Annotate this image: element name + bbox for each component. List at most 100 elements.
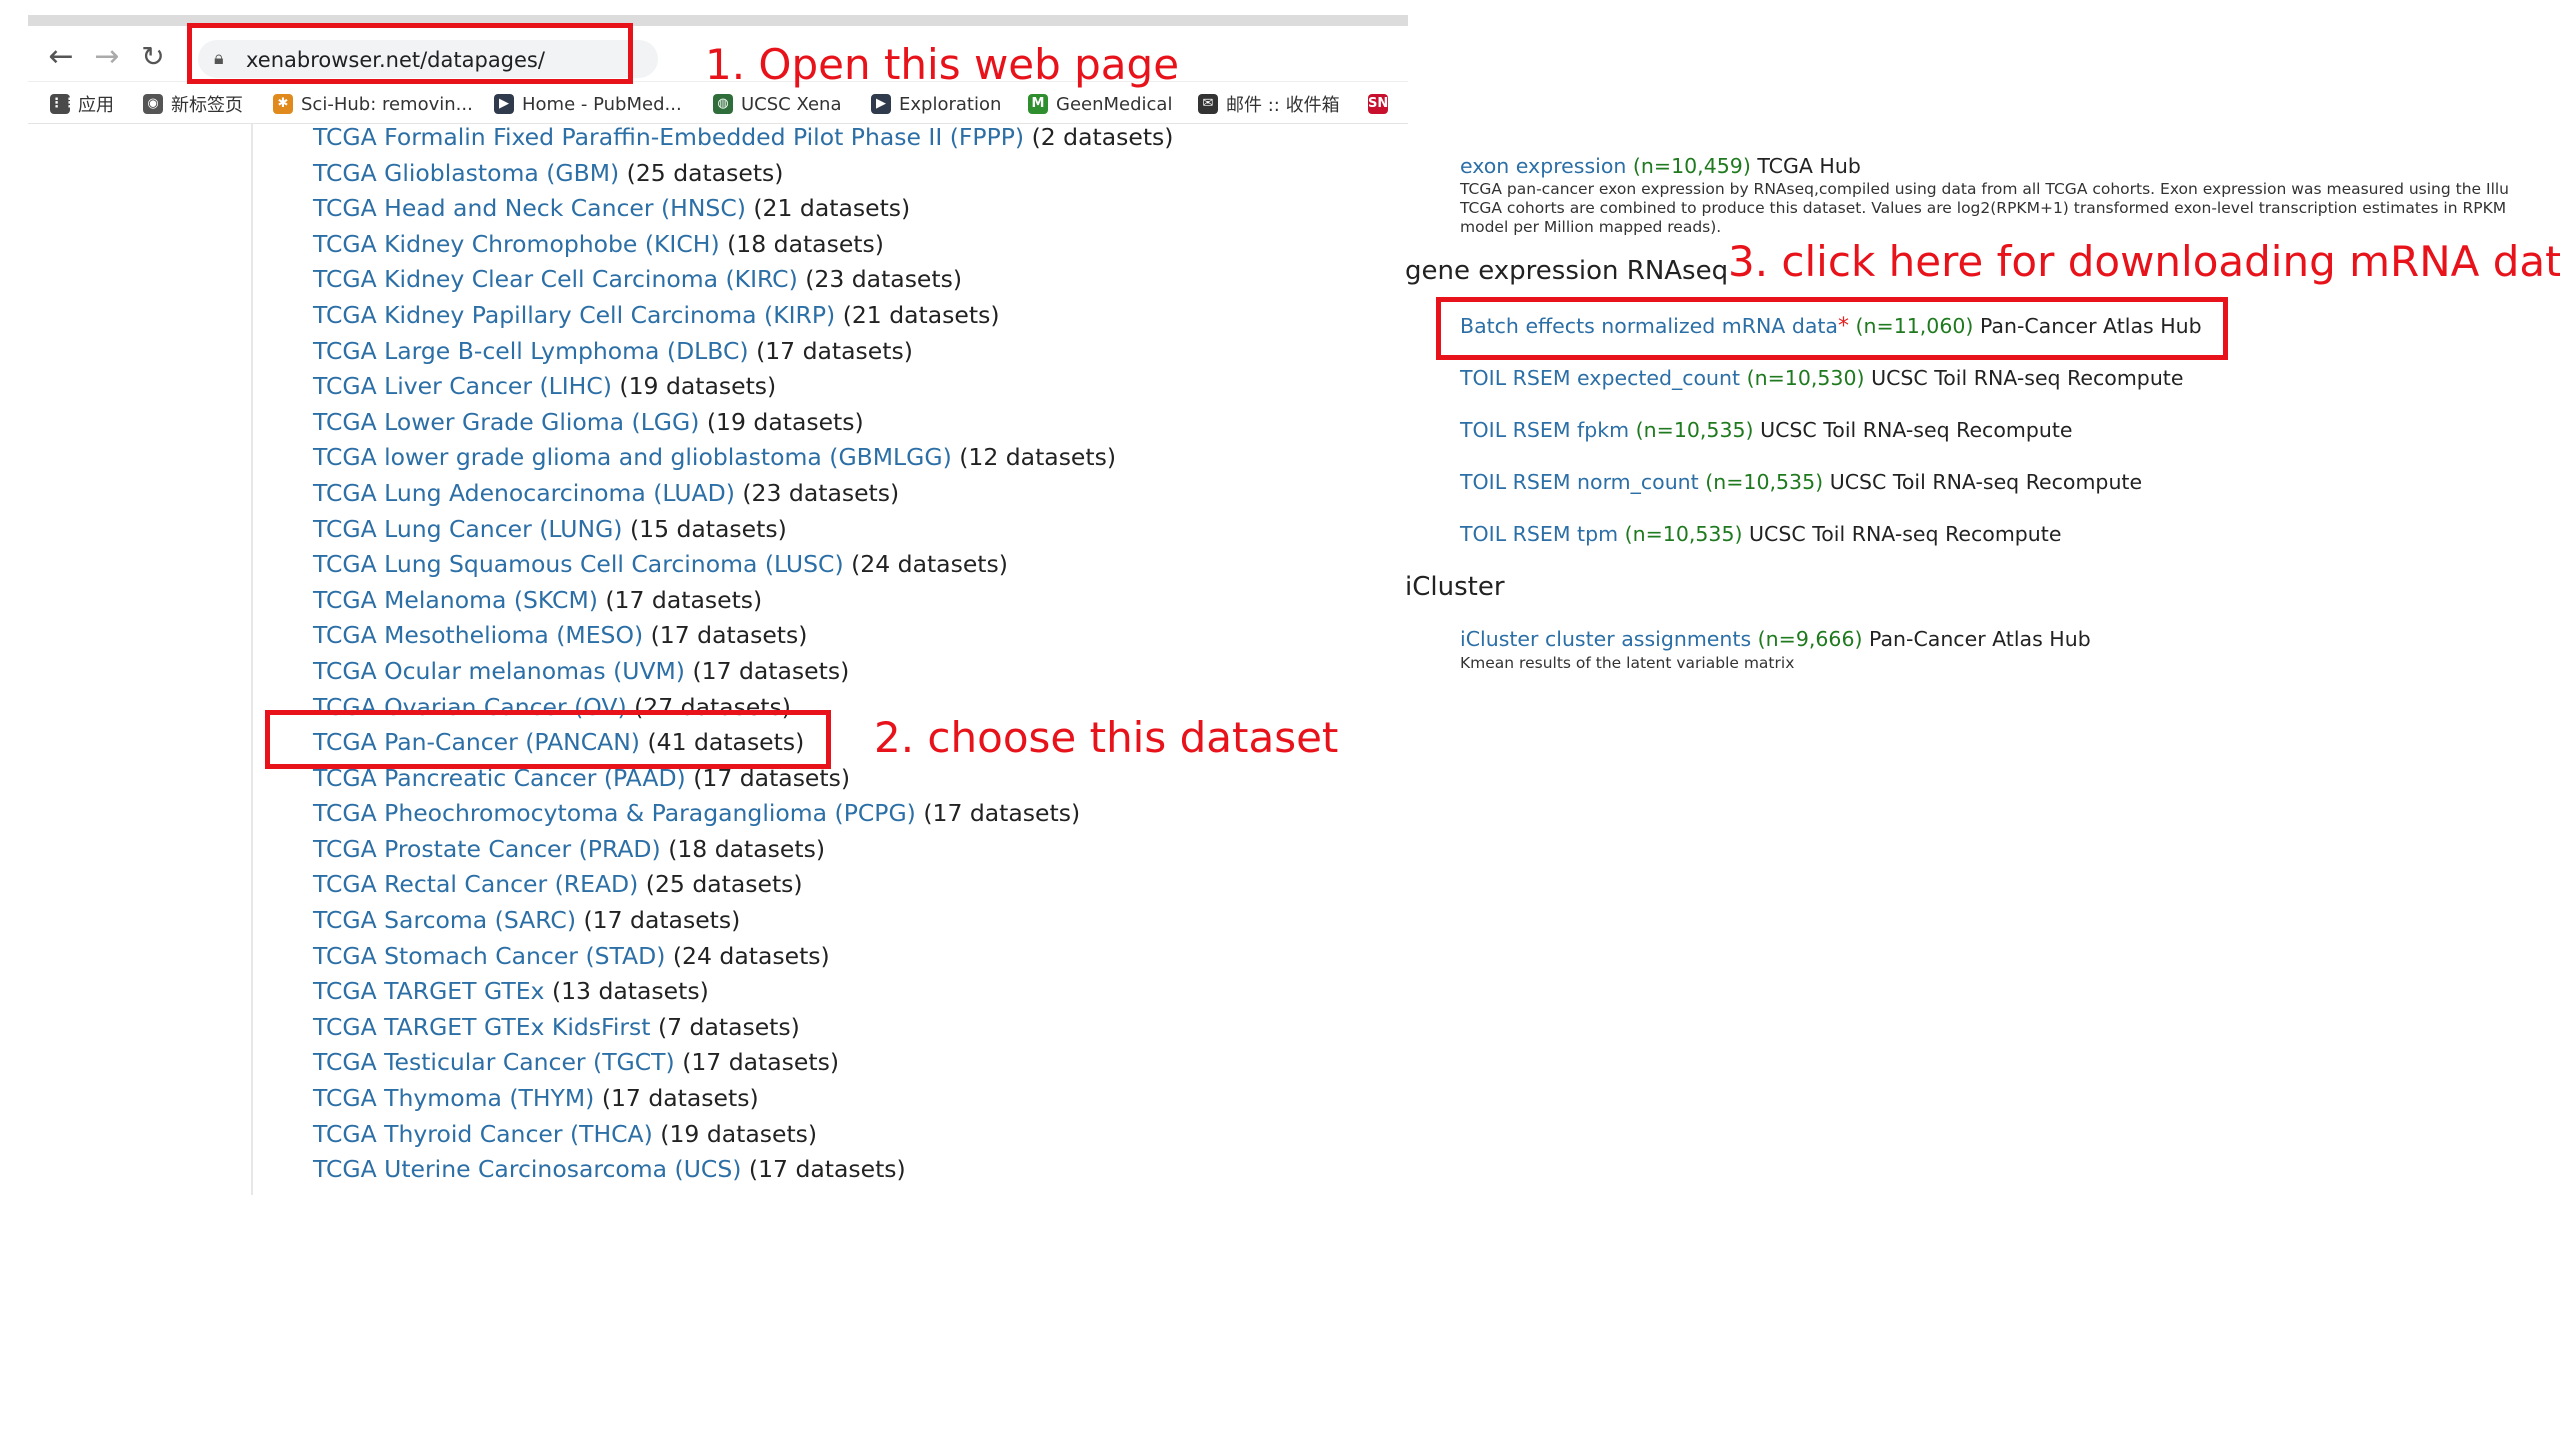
annotation-box-mrna: [1436, 297, 2228, 360]
back-arrow-icon[interactable]: ←: [44, 40, 78, 74]
annotation-step1: 1. Open this web page: [705, 40, 1180, 89]
study-list-item: TCGA Rectal Cancer (READ) (25 datasets): [313, 867, 1173, 903]
bookmarks-bar: ⋮⋮ 应用 ◉ 新标签页 ✱ Sci-Hub: removin... ▶ Home - Pub…: [28, 83, 1408, 124]
bookmark-item[interactable]: ✱ Sci-Hub: removin...: [273, 91, 473, 117]
study-list-item: TCGA Melanoma (SKCM) (17 datasets): [313, 583, 1173, 619]
dataset-count: (23 datasets): [742, 478, 900, 507]
annotation-step2: 2. choose this dataset: [874, 713, 1339, 762]
study-list: TCGA Formalin Fixed Paraffin-Embedded Pi…: [313, 123, 1173, 1188]
study-link[interactable]: TCGA Formalin Fixed Paraffin-Embedded Pi…: [313, 123, 1024, 151]
dataset-link[interactable]: exon expression: [1460, 154, 1626, 178]
study-link[interactable]: TCGA Ocular melanomas (UVM): [313, 657, 685, 685]
dataset-link[interactable]: TOIL RSEM expected_count: [1460, 366, 1740, 390]
sn-icon: SN: [1368, 94, 1388, 114]
dataset-row: TOIL RSEM norm_count (n=10,535) UCSC Toi…: [1460, 470, 2142, 495]
study-link[interactable]: TCGA Sarcoma (SARC): [313, 906, 576, 934]
dataset-link[interactable]: iCluster cluster assignments: [1460, 627, 1751, 651]
bookmark-item[interactable]: ◉ 新标签页: [143, 91, 243, 117]
study-list-item: TCGA Ocular melanomas (UVM) (17 datasets…: [313, 654, 1173, 690]
study-list-item: TCGA Thyroid Cancer (THCA) (19 datasets): [313, 1117, 1173, 1153]
dataset-row: TOIL RSEM fpkm (n=10,535) UCSC Toil RNA-…: [1460, 418, 2073, 443]
bookmark-item[interactable]: ⋮⋮ 应用: [50, 91, 114, 117]
dataset-count: (19 datasets): [619, 372, 777, 401]
study-link[interactable]: TCGA Kidney Clear Cell Carcinoma (KIRC): [313, 265, 798, 293]
study-link[interactable]: TCGA Thyroid Cancer (THCA): [313, 1120, 653, 1148]
study-list-item: TCGA TARGET GTEx KidsFirst (7 datasets): [313, 1010, 1173, 1046]
study-link[interactable]: TCGA lower grade glioma and glioblastoma…: [313, 443, 952, 471]
sample-count: (n=10,535): [1635, 418, 1754, 442]
study-link[interactable]: TCGA TARGET GTEx KidsFirst: [313, 1013, 650, 1041]
sample-count: (n=10,535): [1624, 522, 1743, 546]
dataset-row-icluster: iCluster cluster assignments (n=9,666) P…: [1460, 627, 2091, 651]
exploration-icon: ▶: [871, 94, 891, 114]
globe-icon: ◉: [143, 94, 163, 114]
study-link[interactable]: TCGA Head and Neck Cancer (HNSC): [313, 194, 746, 222]
bookmark-item[interactable]: ▶ Exploration: [871, 91, 1001, 117]
dataset-count: (17 datasets): [601, 1084, 759, 1113]
apps-grid-icon: ⋮⋮: [50, 94, 76, 114]
study-link[interactable]: TCGA Rectal Cancer (READ): [313, 870, 638, 898]
bookmark-item[interactable]: SN: [1368, 91, 1396, 117]
bookmark-item[interactable]: M GeenMedical: [1028, 91, 1172, 117]
pubmed-icon: ▶: [494, 94, 514, 114]
dataset-link[interactable]: TOIL RSEM norm_count: [1460, 470, 1699, 494]
bookmark-item[interactable]: ▶ Home - PubMed...: [494, 91, 682, 117]
study-link[interactable]: TCGA Stomach Cancer (STAD): [313, 942, 665, 970]
study-list-item: TCGA lower grade glioma and glioblastoma…: [313, 440, 1173, 476]
study-list-item: TCGA Kidney Papillary Cell Carcinoma (KI…: [313, 298, 1173, 334]
study-list-item: TCGA Stomach Cancer (STAD) (24 datasets): [313, 939, 1173, 975]
hub-name: UCSC Toil RNA-seq Recompute: [1871, 366, 2184, 390]
sidebar-divider: [251, 124, 253, 1195]
study-link[interactable]: TCGA Kidney Chromophobe (KICH): [313, 230, 720, 258]
study-link[interactable]: TCGA Glioblastoma (GBM): [313, 159, 619, 187]
dataset-link[interactable]: TOIL RSEM fpkm: [1460, 418, 1629, 442]
forward-arrow-icon[interactable]: →: [90, 40, 124, 74]
dataset-count: (24 datasets): [851, 550, 1008, 579]
browser-window: ← → ↻ 🔒︎ xenabrowser.net/datapages/ ⋮⋮ 应用…: [28, 15, 1408, 1195]
dataset-description: Kmean results of the latent variable mat…: [1460, 654, 1795, 672]
study-list-item: TCGA Lung Adenocarcinoma (LUAD) (23 data…: [313, 476, 1173, 512]
dataset-count: (17 datasets): [756, 336, 913, 365]
dataset-count: (7 datasets): [657, 1012, 800, 1041]
study-link[interactable]: TCGA Liver Cancer (LIHC): [313, 372, 612, 400]
section-heading-rnaseq: gene expression RNAseq: [1405, 256, 1729, 286]
study-link[interactable]: TCGA Uterine Carcinosarcoma (UCS): [313, 1155, 741, 1183]
bookmark-item[interactable]: ✉ 邮件 :: 收件箱: [1198, 91, 1340, 117]
study-link[interactable]: TCGA Mesothelioma (MESO): [313, 621, 643, 649]
dataset-count: (12 datasets): [959, 443, 1117, 472]
study-link[interactable]: TCGA TARGET GTEx: [313, 977, 544, 1005]
study-link[interactable]: TCGA Kidney Papillary Cell Carcinoma (KI…: [313, 301, 835, 329]
reload-icon[interactable]: ↻: [136, 40, 170, 74]
study-list-item: TCGA Mesothelioma (MESO) (17 datasets): [313, 618, 1173, 654]
study-link[interactable]: TCGA Melanoma (SKCM): [313, 586, 598, 614]
dataset-count: (17 datasets): [923, 799, 1081, 828]
bookmark-item[interactable]: ◍ UCSC Xena: [713, 91, 842, 117]
page-content: TCGA Formalin Fixed Paraffin-Embedded Pi…: [28, 123, 1408, 1195]
dataset-count: (15 datasets): [629, 514, 787, 543]
study-list-item: TCGA Large B-cell Lymphoma (DLBC) (17 da…: [313, 334, 1173, 370]
study-link[interactable]: TCGA Pheochromocytoma & Paraganglioma (P…: [313, 799, 916, 827]
study-link[interactable]: TCGA Lower Grade Glioma (LGG): [313, 408, 699, 436]
study-link[interactable]: TCGA Thymoma (THYM): [313, 1084, 594, 1112]
study-list-item: TCGA Lower Grade Glioma (LGG) (19 datase…: [313, 405, 1173, 441]
dataset-count: (23 datasets): [805, 265, 963, 294]
study-link[interactable]: TCGA Lung Squamous Cell Carcinoma (LUSC): [313, 550, 844, 578]
annotation-box-dataset: [265, 710, 831, 769]
study-link[interactable]: TCGA Testicular Cancer (TGCT): [313, 1048, 675, 1076]
xena-icon: ◍: [713, 94, 733, 114]
study-list-item: TCGA Lung Cancer (LUNG) (15 datasets): [313, 512, 1173, 548]
study-list-item: TCGA Formalin Fixed Paraffin-Embedded Pi…: [313, 120, 1173, 156]
dataset-count: (19 datasets): [706, 407, 864, 436]
bookmark-label: GeenMedical: [1056, 93, 1173, 115]
study-list-item: TCGA Uterine Carcinosarcoma (UCS) (17 da…: [313, 1152, 1173, 1188]
study-link[interactable]: TCGA Lung Cancer (LUNG): [313, 515, 622, 543]
study-link[interactable]: TCGA Prostate Cancer (PRAD): [313, 835, 661, 863]
dataset-count: (13 datasets): [551, 977, 709, 1006]
study-link[interactable]: TCGA Large B-cell Lymphoma (DLBC): [313, 337, 749, 365]
sample-count: (n=10,535): [1705, 470, 1824, 494]
dataset-count: (19 datasets): [660, 1119, 818, 1148]
section-heading-icluster: iCluster: [1405, 572, 1505, 602]
study-link[interactable]: TCGA Lung Adenocarcinoma (LUAD): [313, 479, 735, 507]
dataset-link[interactable]: TOIL RSEM tpm: [1460, 522, 1618, 546]
study-list-item: TCGA Thymoma (THYM) (17 datasets): [313, 1081, 1173, 1117]
